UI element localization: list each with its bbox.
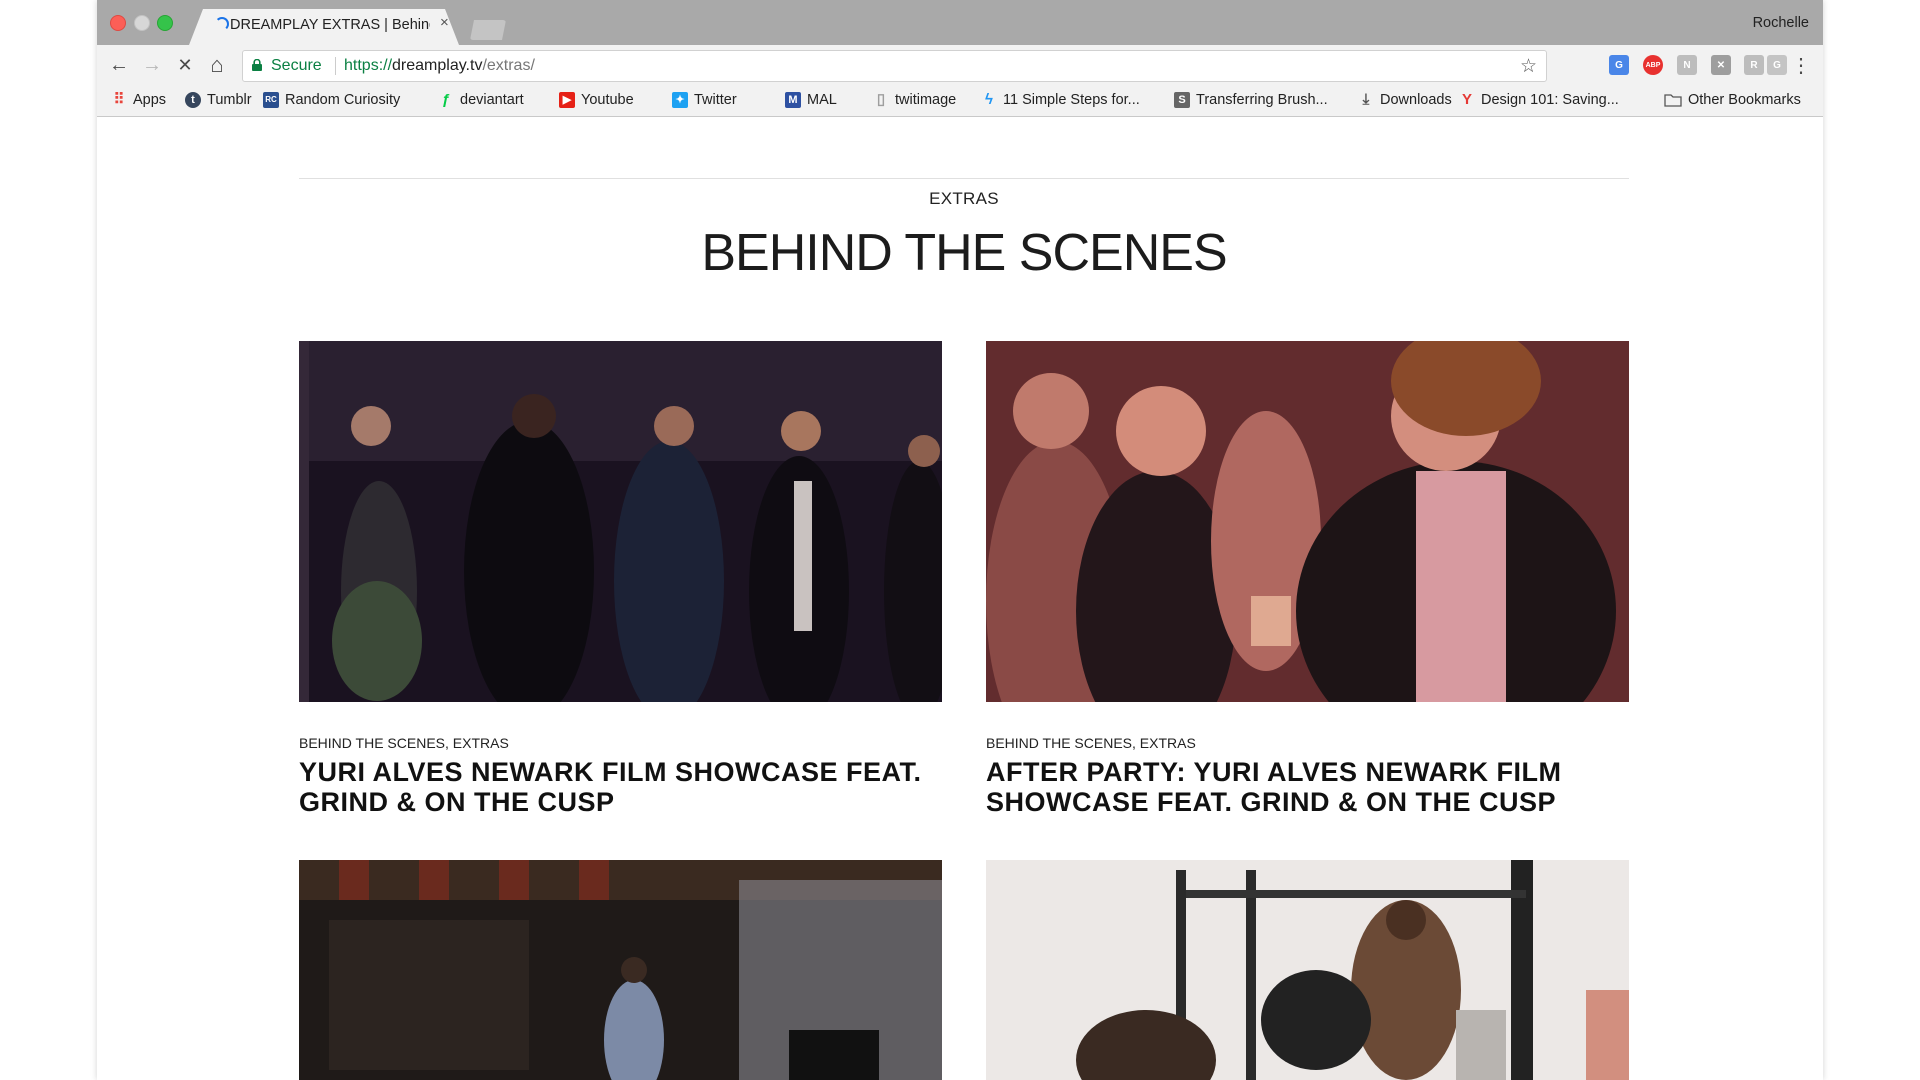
design-icon: Y (1461, 91, 1472, 108)
tab-close-icon[interactable]: × (440, 15, 449, 31)
minimize-window-button[interactable] (134, 15, 150, 31)
mal-icon: M (785, 92, 801, 108)
extension-cross-icon[interactable]: ✕ (1711, 55, 1731, 75)
post-thumbnail-image[interactable] (986, 326, 1629, 761)
page-icon: ▯ (876, 91, 886, 108)
bookmark-label: Downloads (1380, 92, 1452, 108)
lock-icon (252, 59, 262, 71)
bookmark-label: Design 101: Saving... (1481, 92, 1619, 108)
stop-loading-button[interactable]: ✕ (173, 53, 197, 77)
tab-title: DREAMPLAY EXTRAS | Behind (230, 17, 430, 33)
post-categories[interactable]: BEHIND THE SCENES, EXTRAS (299, 735, 942, 751)
extension-nr-icon[interactable]: N (1677, 55, 1697, 75)
header-divider (299, 178, 1629, 179)
lightning-icon: ϟ (985, 91, 993, 108)
post-card[interactable]: BEHIND THE SCENES, EXTRAS AFTER PARTY: Y… (986, 326, 1629, 817)
bookmark-label: deviantart (460, 92, 524, 108)
extension-r-icon[interactable]: R (1744, 55, 1764, 75)
back-button[interactable]: ← (107, 53, 131, 77)
url-scheme: https:// (344, 57, 393, 74)
secure-label: Secure (271, 57, 322, 74)
section-label[interactable]: EXTRAS (299, 189, 1629, 209)
maximize-window-button[interactable] (157, 15, 173, 31)
bookmark-label: Tumblr (207, 92, 252, 108)
bookmark-twitter[interactable]: ✦ Twitter (672, 92, 737, 108)
bookmark-label: Apps (133, 92, 167, 108)
bookmark-label: twitimage (895, 92, 957, 108)
bookmark-random-curiosity[interactable]: RC Random Curiosity (263, 92, 400, 108)
deviantart-icon: ƒ (441, 91, 451, 108)
bookmark-downloads[interactable]: ⤓ Downloads (1358, 91, 1452, 109)
url-path: /extras/ (482, 57, 535, 74)
transferring-icon: S (1174, 92, 1190, 108)
post-thumbnail-image[interactable] (986, 860, 1629, 1080)
bookmark-star-icon[interactable]: ☆ (1520, 55, 1537, 78)
loading-spinner-icon (215, 17, 229, 31)
browser-toolbar: ← → ✕ ⌂ Secure https://dreamplay.tv/extr… (97, 45, 1823, 86)
adblock-extension-icon[interactable]: ABP (1643, 55, 1663, 75)
page-content: EXTRAS BEHIND THE SCENES BEHIND THE SCEN… (97, 117, 1823, 1080)
close-window-button[interactable] (110, 15, 126, 31)
page-title: BEHIND THE SCENES (701, 224, 1227, 282)
browser-menu-button[interactable]: ⋮ (1789, 53, 1813, 77)
post-categories[interactable]: BEHIND THE SCENES, EXTRAS (986, 735, 1629, 751)
post-card[interactable]: BEHIND THE SCENES, EXTRAS YURI ALVES NEW… (299, 341, 954, 817)
bookmarks-bar: ⠿ Apps t Tumblr RC Random Curiosity ƒ deviantar… (97, 86, 1823, 117)
post-thumbnail-image[interactable] (299, 341, 954, 726)
other-bookmarks-label: Other Bookmarks (1688, 92, 1801, 108)
bookmark-apps[interactable]: ⠿ Apps (111, 91, 167, 109)
url-text[interactable]: https://dreamplay.tv/extras/ (344, 57, 535, 75)
forward-button[interactable]: → (140, 53, 164, 77)
bookmark-transferring-brush[interactable]: S Transferring Brush... (1174, 92, 1328, 108)
bookmark-tumblr[interactable]: t Tumblr (185, 92, 252, 108)
bookmark-label: Transferring Brush... (1196, 92, 1328, 108)
tumblr-icon: t (185, 92, 201, 108)
bookmark-label: 11 Simple Steps for... (1003, 92, 1140, 108)
address-bar[interactable]: Secure https://dreamplay.tv/extras/ ☆ (242, 50, 1547, 82)
bookmark-mal[interactable]: M MAL (785, 92, 837, 108)
bookmark-twitimage[interactable]: ▯ twitimage (873, 91, 957, 109)
random-curiosity-icon: RC (263, 92, 279, 108)
bookmark-design-101[interactable]: Y Design 101: Saving... (1459, 91, 1619, 109)
new-tab-button[interactable] (470, 20, 506, 40)
extension-g-icon[interactable]: G (1767, 55, 1787, 75)
bookmark-label: Twitter (694, 92, 737, 108)
bookmark-label: Random Curiosity (285, 92, 401, 108)
other-bookmarks-folder[interactable]: Other Bookmarks (1664, 92, 1801, 108)
url-host: dreamplay.tv (392, 57, 483, 74)
profile-name[interactable]: Rochelle (1753, 15, 1809, 31)
post-thumbnail-image[interactable] (299, 860, 942, 1080)
home-button[interactable]: ⌂ (205, 52, 229, 77)
bookmark-youtube[interactable]: ▶ Youtube (559, 92, 634, 108)
bookmark-label: Youtube (581, 92, 634, 108)
folder-icon (1664, 94, 1682, 107)
post-card[interactable] (299, 860, 942, 1080)
bookmark-11-simple-steps[interactable]: ϟ 11 Simple Steps for... (981, 91, 1140, 109)
youtube-icon: ▶ (559, 92, 575, 108)
post-title[interactable]: YURI ALVES NEWARK FILM SHOWCASE FEAT. GR… (299, 757, 942, 817)
translate-extension-icon[interactable]: G (1609, 55, 1629, 75)
post-card[interactable] (986, 860, 1629, 1080)
bookmark-label: MAL (807, 92, 837, 108)
bookmark-deviantart[interactable]: ƒ deviantart (438, 91, 524, 109)
apps-grid-icon: ⠿ (113, 91, 125, 108)
browser-window: DREAMPLAY EXTRAS | Behind × Rochelle ← →… (97, 0, 1823, 1080)
post-title[interactable]: AFTER PARTY: YURI ALVES NEWARK FILM SHOW… (986, 757, 1629, 817)
twitter-icon: ✦ (672, 92, 688, 108)
tab-strip: DREAMPLAY EXTRAS | Behind × Rochelle (97, 0, 1823, 45)
download-icon: ⤓ (1362, 91, 1370, 108)
omnibox-divider (335, 57, 336, 75)
